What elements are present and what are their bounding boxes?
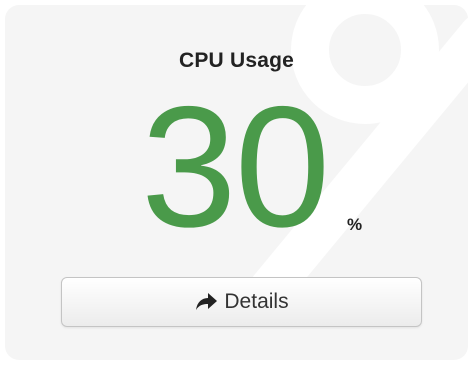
share-arrow-icon bbox=[194, 292, 218, 312]
cpu-usage-widget: CPU Usage 30 % Details bbox=[5, 5, 468, 360]
details-button[interactable]: Details bbox=[61, 277, 422, 327]
details-button-label: Details bbox=[224, 290, 289, 313]
cpu-usage-value: 30 bbox=[141, 71, 330, 263]
widget-title: CPU Usage bbox=[178, 49, 294, 72]
value-unit: % bbox=[347, 215, 363, 234]
